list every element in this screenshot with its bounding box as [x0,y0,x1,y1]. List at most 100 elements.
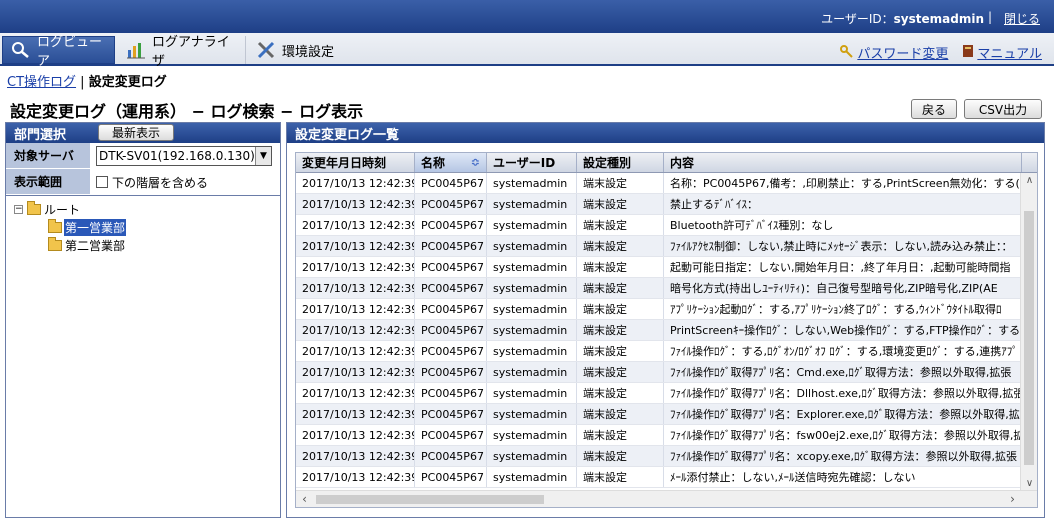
table-row[interactable]: 2017/10/13 12:42:39 PC0045P67 systemadmin 端… [296,383,1037,404]
cell-datetime: 2017/10/13 12:42:39 [296,404,415,424]
refresh-button[interactable]: 最新表示 [98,124,174,141]
cell-content: ﾌｧｲﾙ操作ﾛｸﾞ：する,ﾛｸﾞｵﾝ/ﾛｸﾞｵﾌ ﾛｸﾞ：する,環境変更ﾛｸﾞ：… [664,341,1022,361]
include-lower-checkbox[interactable] [96,176,108,188]
table-row[interactable]: 2017/10/13 12:42:39 PC0045P67 systemadmin 端… [296,299,1037,320]
horizontal-scrollbar[interactable]: ‹ › [296,490,1037,507]
cell-content: ﾌｧｲﾙ操作ﾛｸﾞ取得ｱﾌﾟﾘ名：xcopy.exe,ﾛｸﾞ取得方法：参照以外取… [664,446,1022,466]
cell-datetime: 2017/10/13 12:42:39 [296,341,415,361]
server-select[interactable]: DTK-SV01(192.168.0.130) ▼ [96,146,272,166]
column-header-name-label: 名称 [421,156,446,170]
server-select-value: DTK-SV01(192.168.0.130) [99,149,255,163]
cell-user-id: systemadmin [487,383,577,403]
back-button[interactable]: 戻る [911,99,957,119]
cell-user-id: systemadmin [487,278,577,298]
table-row[interactable]: 2017/10/13 12:42:39 PC0045P67 systemadmin 端… [296,425,1037,446]
table-row[interactable]: 2017/10/13 12:42:39 PC0045P67 systemadmin 端… [296,257,1037,278]
table-row[interactable]: 2017/10/13 12:42:39 PC0045P67 systemadmin 端… [296,320,1037,341]
vertical-scrollbar[interactable]: ∧ ∨ [1020,173,1037,491]
table-row[interactable]: 2017/10/13 12:42:39 PC0045P67 systemadmin 端… [296,194,1037,215]
department-tree: − ルート 第一営業部 第二営業部 [6,195,280,254]
cell-datetime: 2017/10/13 12:42:39 [296,362,415,382]
column-header-name[interactable]: 名称 ≎ [415,153,487,172]
tab-log-analyzer[interactable]: ログアナライザ [118,35,246,69]
cell-name: PC0045P67 [415,362,487,382]
key-icon [840,44,854,62]
tree-node-sales-1: 第一営業部 [6,218,280,236]
cell-content: 暗号化方式(持出しﾕｰﾃｨﾘﾃｨ)：自己復号型暗号化,ZIP暗号化,ZIP(AE [664,278,1022,298]
collapse-icon[interactable]: − [14,204,23,214]
table-row[interactable]: 2017/10/13 12:42:39 PC0045P67 systemadmin 端… [296,278,1037,299]
table-row[interactable]: 2017/10/13 12:42:39 PC0045P67 systemadmin 端… [296,362,1037,383]
cell-name: PC0045P67 [415,278,487,298]
tree-node-root-label[interactable]: ルート [43,201,81,218]
cell-datetime: 2017/10/13 12:42:39 [296,173,415,193]
cell-user-id: systemadmin [487,404,577,424]
cell-name: PC0045P67 [415,299,487,319]
column-header-datetime[interactable]: 変更年月日時刻 [296,153,415,172]
close-link[interactable]: 閉じる [1004,10,1040,27]
cell-setting-type: 端末設定 [577,299,664,319]
cell-setting-type: 端末設定 [577,341,664,361]
cell-user-id: systemadmin [487,341,577,361]
horizontal-scroll-thumb[interactable] [316,495,544,504]
breadcrumb-ct-log[interactable]: CT操作ログ [7,75,76,90]
cell-content: ﾌｧｲﾙ操作ﾛｸﾞ取得ｱﾌﾟﾘ名：fsw00ej2.exe,ﾛｸﾞ取得方法：参照… [664,425,1022,445]
cell-datetime: 2017/10/13 12:42:39 [296,194,415,214]
top-bar: ユーザーID：systemadmin | 閉じる [0,0,1054,33]
tab-bar: ログビューア ログアナライザ 環境設定 パスワード変更 マニュアル [0,33,1054,69]
tree-node-sales-1-label[interactable]: 第一営業部 [64,218,127,236]
tree-node-sales-2-label[interactable]: 第二営業部 [64,237,126,254]
cell-datetime: 2017/10/13 12:42:39 [296,278,415,298]
column-header-content[interactable]: 内容 [664,153,1022,172]
password-change-link[interactable]: パスワード変更 [840,43,948,62]
column-header-user-id[interactable]: ユーザーID [487,153,577,172]
log-table: 変更年月日時刻 名称 ≎ ユーザーID 設定種別 内容 2017/10/13 1… [295,152,1038,508]
cell-datetime: 2017/10/13 12:42:39 [296,467,415,487]
tab-settings[interactable]: 環境設定 [248,36,348,64]
cell-setting-type: 端末設定 [577,236,664,256]
folder-icon [48,236,62,251]
cell-setting-type: 端末設定 [577,362,664,382]
table-row[interactable]: 2017/10/13 12:42:39 PC0045P67 systemadmin 端… [296,173,1037,194]
table-row[interactable]: 2017/10/13 12:42:39 PC0045P67 systemadmin 端… [296,467,1037,488]
cell-setting-type: 端末設定 [577,404,664,424]
table-row[interactable]: 2017/10/13 12:42:39 PC0045P67 systemadmin 端… [296,446,1037,467]
cell-content: 名称：PC0045P67,備考：,印刷禁止：する,PrintScreen無効化：… [664,173,1022,193]
breadcrumb-current: 設定変更ログ [88,75,167,90]
table-row[interactable]: 2017/10/13 12:42:39 PC0045P67 systemadmin 端… [296,236,1037,257]
table-body: 2017/10/13 12:42:39 PC0045P67 systemadmin 端… [296,173,1037,488]
scope-row: 表示範囲 下の階層を含める [6,169,280,195]
cell-name: PC0045P67 [415,341,487,361]
table-row[interactable]: 2017/10/13 12:42:39 PC0045P67 systemadmin 端… [296,215,1037,236]
table-row[interactable]: 2017/10/13 12:42:39 PC0045P67 systemadmin 端… [296,404,1037,425]
tree-node-sales-2: 第二営業部 [6,236,280,254]
cell-setting-type: 端末設定 [577,446,664,466]
cell-content: ｱﾌﾟﾘｹｰｼｮﾝ起動ﾛｸﾞ：する,ｱﾌﾟﾘｹｰｼｮﾝ終了ﾛｸﾞ：する,ｳｨﾝﾄ… [664,299,1022,319]
cell-name: PC0045P67 [415,383,487,403]
password-change-label: パスワード変更 [857,47,949,62]
cell-name: PC0045P67 [415,236,487,256]
manual-link[interactable]: マニュアル [962,43,1042,62]
csv-export-button[interactable]: CSV出力 [964,99,1042,119]
chevron-down-icon[interactable]: ▼ [255,147,271,165]
tab-settings-label: 環境設定 [282,44,335,60]
cell-user-id: systemadmin [487,446,577,466]
top-links: パスワード変更 マニュアル [840,43,1042,62]
cell-name: PC0045P67 [415,215,487,235]
tab-log-viewer[interactable]: ログビューア [2,35,115,69]
user-info: ユーザーID：systemadmin [821,10,984,27]
cell-setting-type: 端末設定 [577,257,664,277]
vertical-scroll-thumb[interactable] [1024,211,1034,465]
cell-name: PC0045P67 [415,194,487,214]
scroll-left-icon[interactable]: ‹ [296,491,313,507]
include-lower-label: 下の階層を含める [112,175,209,190]
cell-name: PC0045P67 [415,425,487,445]
folder-icon [48,218,62,233]
sort-ascending-icon: ≎ [470,156,480,169]
scroll-up-icon[interactable]: ∧ [1021,175,1037,186]
scroll-down-icon[interactable]: ∨ [1021,478,1037,489]
column-header-setting-type[interactable]: 設定種別 [577,153,664,172]
scroll-right-icon[interactable]: › [1004,491,1021,507]
table-row[interactable]: 2017/10/13 12:42:39 PC0045P67 systemadmin 端… [296,341,1037,362]
cell-content: ﾒｰﾙ添付禁止：しない,ﾒｰﾙ送信時宛先確認：しない [664,467,1022,487]
